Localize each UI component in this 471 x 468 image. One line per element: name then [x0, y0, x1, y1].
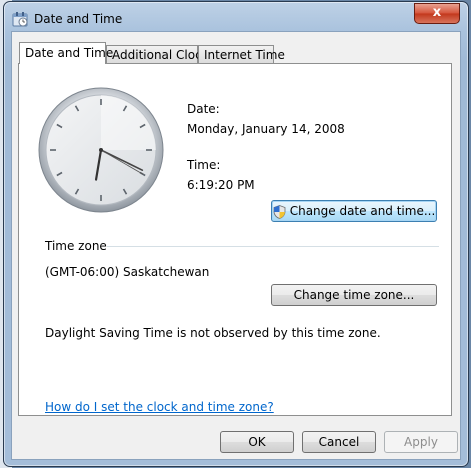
tab-internet-time[interactable]: Internet Time	[198, 45, 285, 63]
cancel-button[interactable]: Cancel	[302, 431, 376, 453]
help-link[interactable]: How do I set the clock and time zone?	[45, 400, 274, 414]
change-time-zone-label: Change time zone...	[293, 288, 415, 302]
close-button[interactable]: x	[414, 3, 460, 24]
apply-label: Apply	[404, 435, 438, 449]
time-zone-header: Time zone	[45, 239, 107, 253]
date-value: Monday, January 14, 2008	[187, 122, 345, 136]
time-label: Time:	[187, 158, 221, 172]
uac-shield-icon	[273, 204, 286, 219]
tab-panel: Date: Monday, January 14, 2008 Time: 6:1…	[18, 63, 452, 416]
tab-label: Internet Time	[204, 48, 285, 62]
cancel-label: Cancel	[318, 435, 360, 449]
time-zone-separator	[107, 246, 439, 247]
apply-button[interactable]: Apply	[384, 431, 458, 453]
time-value: 6:19:20 PM	[187, 178, 255, 192]
clock-app-icon	[12, 12, 28, 27]
change-date-and-time-label: Change date and time...	[289, 204, 436, 218]
change-date-and-time-button[interactable]: Change date and time...	[271, 200, 437, 222]
clock-center	[99, 148, 103, 152]
date-and-time-dialog: Date and Time x Date and Time Additional…	[3, 1, 469, 467]
close-icon: x	[432, 5, 442, 20]
title-bar[interactable]: Date and Time x	[4, 2, 468, 34]
clock-glare	[101, 95, 156, 150]
time-zone-value: (GMT-06:00) Saskatchewan	[45, 265, 210, 279]
change-time-zone-button[interactable]: Change time zone...	[271, 284, 437, 306]
tab-label: Date and Time	[25, 46, 114, 60]
tab-date-and-time[interactable]: Date and Time	[19, 42, 113, 64]
window-title: Date and Time	[34, 12, 123, 26]
ok-button[interactable]: OK	[220, 431, 294, 453]
ok-label: OK	[248, 435, 266, 449]
dst-note: Daylight Saving Time is not observed by …	[45, 326, 381, 340]
date-label: Date:	[187, 102, 220, 116]
tab-additional-clocks[interactable]: Additional Clocks	[106, 45, 215, 63]
dialog-client-area: Date and Time Additional Clocks Internet…	[11, 31, 461, 460]
analog-clock	[38, 87, 164, 213]
